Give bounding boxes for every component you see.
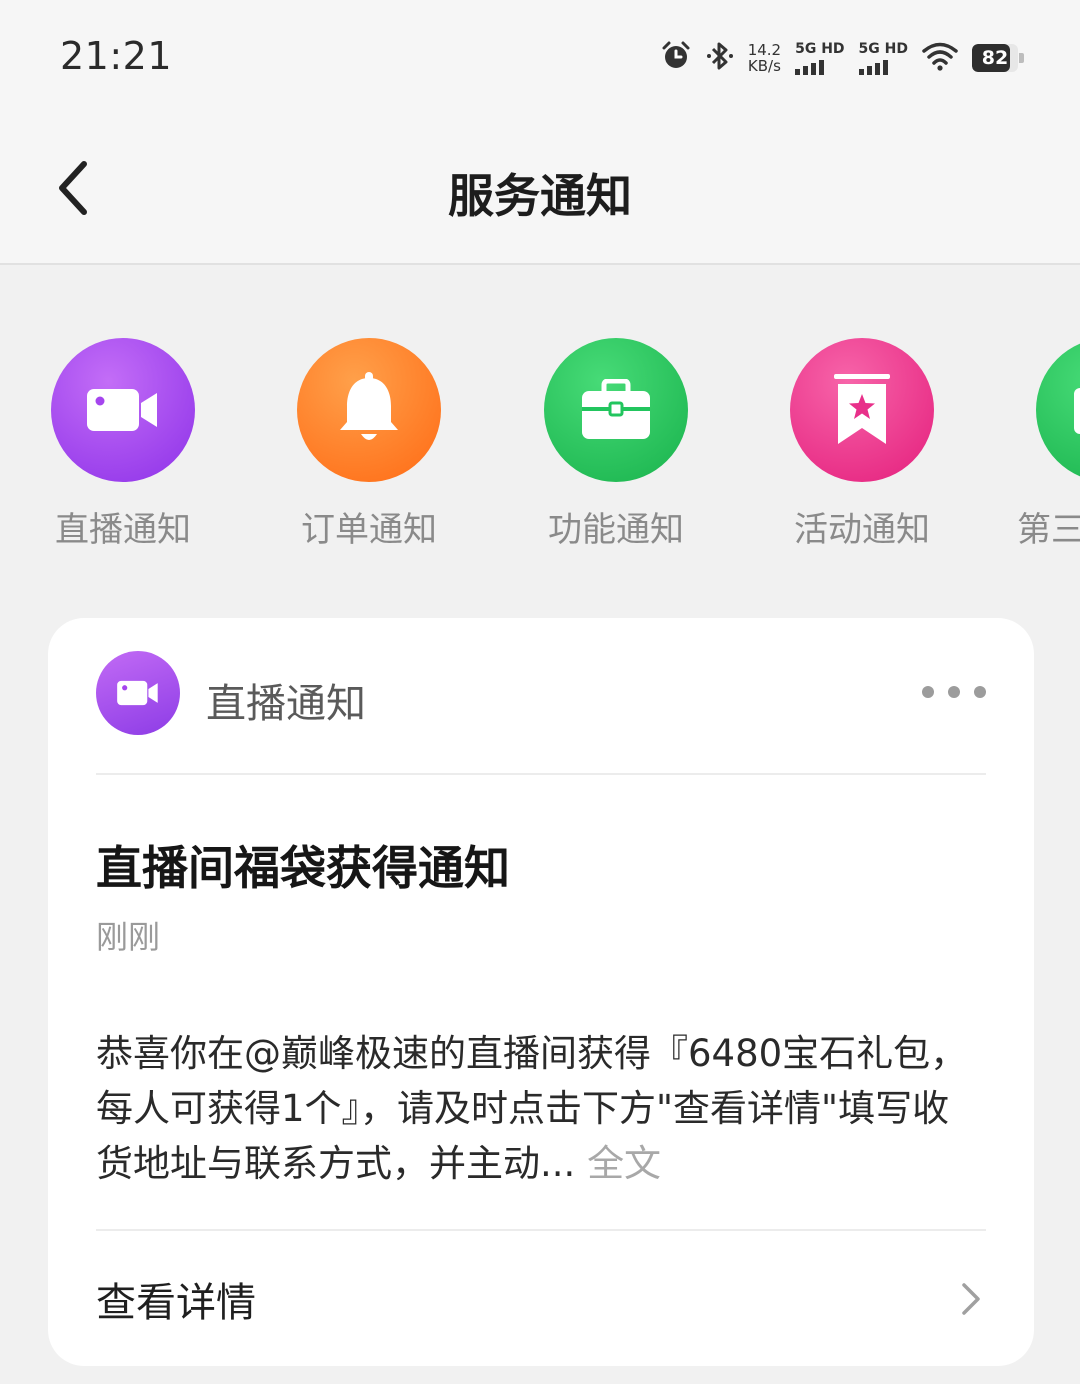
card-source-avatar [96,651,180,735]
net-speed: 14.2 KB/s [748,42,781,74]
view-details-row[interactable]: 查看详情 [96,1232,986,1366]
category-activity[interactable]: 活动通知 [767,338,957,551]
page-title: 服务通知 [448,169,632,223]
category-third-party[interactable]: 第三 [1013,338,1080,551]
category-live-circle [51,338,195,482]
view-details-label: 查看详情 [96,1280,256,1326]
status-icons: 14.2 KB/s 5G HD 5G HD 82 [660,38,1024,78]
battery-icon: 82 [972,44,1024,72]
signal-1-label: 5G HD [795,41,845,57]
partial-icon [1074,388,1080,434]
chevron-right-icon [962,1283,980,1315]
more-options-button[interactable] [922,677,986,707]
net-speed-value: 14.2 [747,41,782,59]
signal-2-label: 5G HD [858,41,908,57]
category-activity-circle [790,338,934,482]
card-header: 直播通知 [96,651,986,741]
message-time: 刚刚 [96,918,161,956]
card-source-name: 直播通知 [206,681,366,727]
bluetooth-icon [706,40,734,76]
category-function-label: 功能通知 [548,510,684,550]
status-bar: 21:21 14.2 KB/s 5G HD 5G HD 82 [0,0,1080,112]
briefcase-icon [582,379,650,439]
category-third-party-label: 第三 [1017,510,1080,550]
video-camera-icon [87,389,157,431]
signal-2-bars-icon [858,59,888,75]
notification-card[interactable]: 直播通知 直播间福袋获得通知 刚刚 恭喜你在@巅峰极速的直播间获得『6480宝石… [48,618,1034,1366]
signal-2: 5G HD [858,41,908,75]
category-row[interactable]: 直播通知 订单通知 功能通知 活动通知 第三 [0,265,1080,595]
net-speed-unit: KB/s [747,57,781,75]
status-time: 21:21 [60,34,173,78]
card-divider-bottom [96,1229,986,1231]
category-live[interactable]: 直播通知 [28,338,218,551]
more-dot-icon [974,686,986,698]
alarm-icon [660,40,692,76]
bookmark-star-icon [834,374,890,444]
category-order[interactable]: 订单通知 [274,338,464,551]
category-activity-label: 活动通知 [794,510,930,550]
message-body: 恭喜你在@巅峰极速的直播间获得『6480宝石礼包，每人可获得1个』，请及时点击下… [96,1026,986,1191]
category-order-label: 订单通知 [301,510,437,550]
wifi-icon [922,41,958,75]
message-body-text: 恭喜你在@巅峰极速的直播间获得『6480宝石礼包，每人可获得1个』，请及时点击下… [96,1032,968,1185]
category-third-party-circle [1036,338,1080,482]
more-dot-icon [948,686,960,698]
bell-icon [340,372,398,440]
signal-1: 5G HD [795,41,845,75]
card-divider-top [96,773,986,775]
nav-header: 服务通知 [0,112,1080,265]
video-camera-icon [117,680,158,706]
battery-level: 82 [981,47,1009,69]
category-function-circle [544,338,688,482]
expand-fulltext-link[interactable]: 全文 [587,1142,661,1185]
more-dot-icon [922,686,934,698]
category-order-circle [297,338,441,482]
category-live-label: 直播通知 [55,510,191,550]
message-title: 直播间福袋获得通知 [96,841,510,895]
category-function[interactable]: 功能通知 [521,338,711,551]
signal-1-bars-icon [795,59,825,75]
